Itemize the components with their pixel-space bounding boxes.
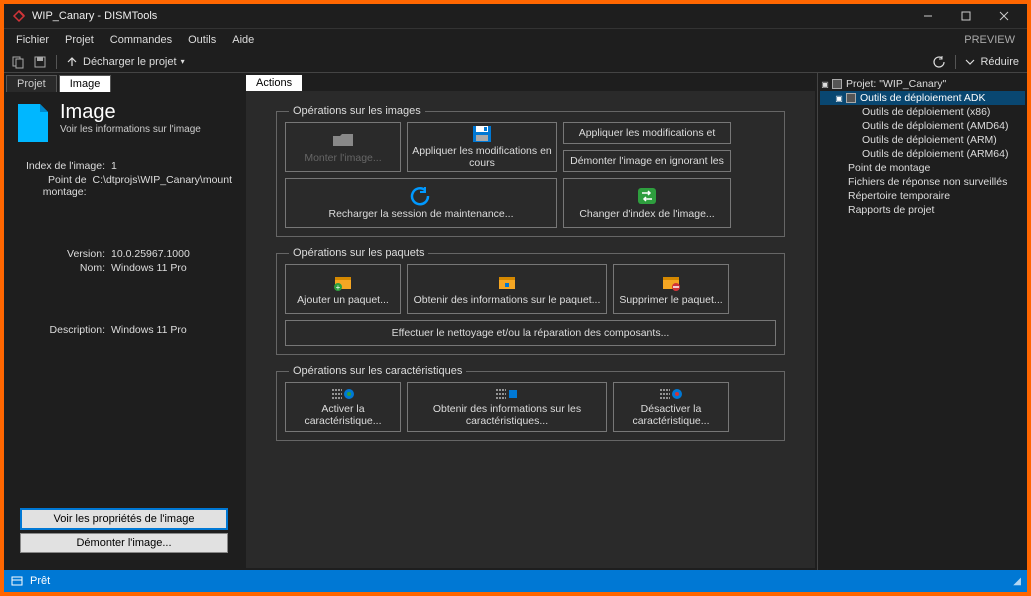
- copy-icon[interactable]: [8, 53, 28, 71]
- version-value: 10.0.25967.1000: [111, 248, 190, 260]
- unload-project-button[interactable]: Décharger le projet ▾: [61, 56, 189, 68]
- description-label: Description:: [16, 324, 111, 336]
- package-remove-icon: [661, 272, 681, 292]
- name-label: Nom:: [16, 262, 111, 274]
- version-label: Version:: [16, 248, 111, 260]
- unmount-image-button[interactable]: Démonter l'image...: [20, 533, 228, 553]
- fieldset-package-operations: Opérations sur les paquets + Ajouter un …: [276, 253, 785, 355]
- project-tree: ▣Projet: "WIP_Canary" ▣Outils de déploie…: [818, 73, 1027, 221]
- tree-adk-x86[interactable]: Outils de déploiement (x86): [820, 105, 1025, 119]
- reload-session-action[interactable]: Recharger la session de maintenance...: [285, 178, 557, 228]
- chevron-down-icon: ▾: [181, 57, 185, 66]
- reduce-label: Réduire: [980, 56, 1019, 68]
- status-icon: [10, 574, 24, 588]
- image-file-icon: [16, 102, 50, 144]
- package-info-icon: [497, 272, 517, 292]
- images-legend: Opérations sur les images: [289, 105, 425, 117]
- unload-project-label: Décharger le projet: [83, 56, 177, 68]
- enable-feature-icon: [331, 387, 355, 401]
- center-panel: Actions Opérations sur les images Monter…: [244, 73, 817, 570]
- separator: [955, 55, 956, 69]
- folder-icon: [332, 130, 354, 150]
- tree-root[interactable]: ▣Projet: "WIP_Canary": [820, 77, 1025, 91]
- folder-icon: [832, 79, 842, 89]
- mount-label: Point de montage:: [16, 174, 93, 198]
- change-index-action[interactable]: Changer d'index de l'image...: [563, 178, 731, 228]
- get-feature-info-action[interactable]: Obtenir des informations sur les caracté…: [407, 382, 607, 432]
- resize-grip-icon[interactable]: ◢: [1013, 576, 1021, 587]
- disable-feature-icon: [659, 387, 683, 401]
- tab-project[interactable]: Projet: [6, 75, 57, 92]
- menu-file[interactable]: Fichier: [8, 32, 57, 48]
- add-package-action[interactable]: + Ajouter un paquet...: [285, 264, 401, 314]
- tree-mount-point[interactable]: Point de montage: [820, 161, 1025, 175]
- tree-adk[interactable]: ▣Outils de déploiement ADK: [820, 91, 1025, 105]
- feature-info-icon: [495, 387, 519, 401]
- app-logo-icon: [12, 9, 26, 23]
- reload-icon: [410, 186, 432, 206]
- description-value: Windows 11 Pro: [111, 324, 187, 336]
- cleanup-action[interactable]: Effectuer le nettoyage et/ou la réparati…: [285, 320, 776, 346]
- tree-temp-dir[interactable]: Répertoire temporaire: [820, 189, 1025, 203]
- refresh-icon[interactable]: [929, 53, 949, 71]
- folder-icon: [846, 93, 856, 103]
- features-legend: Opérations sur les caractéristiques: [289, 365, 466, 377]
- package-add-icon: +: [333, 272, 353, 292]
- apply-and-action[interactable]: Appliquer les modifications et: [563, 122, 731, 144]
- unmount-ignore-action[interactable]: Démonter l'image en ignorant les: [563, 150, 731, 172]
- tree-adk-arm[interactable]: Outils de déploiement (ARM): [820, 133, 1025, 147]
- window-title: WIP_Canary - DISMTools: [32, 10, 909, 22]
- index-value: 1: [111, 160, 117, 172]
- menu-tools[interactable]: Outils: [180, 32, 224, 48]
- fieldset-image-operations: Opérations sur les images Monter l'image…: [276, 111, 785, 237]
- minimize-button[interactable]: [909, 4, 947, 29]
- name-value: Windows 11 Pro: [111, 262, 187, 274]
- menu-help[interactable]: Aide: [224, 32, 262, 48]
- tab-actions[interactable]: Actions: [246, 75, 302, 91]
- close-button[interactable]: [985, 4, 1023, 29]
- mount-image-action: Monter l'image...: [285, 122, 401, 172]
- title-bar: WIP_Canary - DISMTools: [4, 4, 1027, 29]
- fieldset-feature-operations: Opérations sur les caractéristiques Acti…: [276, 371, 785, 441]
- status-bar: Prêt ◢: [4, 570, 1027, 592]
- view-image-properties-button[interactable]: Voir les propriétés de l'image: [20, 508, 228, 530]
- apply-pending-action[interactable]: Appliquer les modifications en cours: [407, 122, 557, 172]
- mount-value: C:\dtprojs\WIP_Canary\mount: [93, 174, 232, 198]
- get-package-info-action[interactable]: Obtenir des informations sur le paquet..…: [407, 264, 607, 314]
- tree-adk-amd64[interactable]: Outils de déploiement (AMD64): [820, 119, 1025, 133]
- right-panel: ▣Projet: "WIP_Canary" ▣Outils de déploie…: [817, 73, 1027, 570]
- status-text: Prêt: [30, 575, 50, 587]
- toolbar: Décharger le projet ▾ Réduire: [4, 51, 1027, 73]
- page-title: Image: [60, 102, 201, 122]
- index-label: Index de l'image:: [16, 160, 111, 172]
- menu-commands[interactable]: Commandes: [102, 32, 180, 48]
- swap-icon: [637, 186, 657, 206]
- menu-project[interactable]: Projet: [57, 32, 102, 48]
- maximize-button[interactable]: [947, 4, 985, 29]
- save-icon[interactable]: [30, 53, 50, 71]
- enable-feature-action[interactable]: Activer la caractéristique...: [285, 382, 401, 432]
- collapse-icon[interactable]: ▣: [834, 94, 844, 103]
- preview-label: PREVIEW: [956, 34, 1023, 46]
- tree-reports[interactable]: Rapports de projet: [820, 203, 1025, 217]
- remove-package-action[interactable]: Supprimer le paquet...: [613, 264, 729, 314]
- tree-unattend[interactable]: Fichiers de réponse non surveillés: [820, 175, 1025, 189]
- reduce-button[interactable]: Réduire: [960, 56, 1023, 68]
- page-subtitle: Voir les informations sur l'image: [60, 124, 201, 135]
- collapse-icon[interactable]: ▣: [820, 80, 830, 89]
- save-disk-icon: [472, 125, 492, 143]
- tab-image[interactable]: Image: [59, 75, 112, 92]
- disable-feature-action[interactable]: Désactiver la caractéristique...: [613, 382, 729, 432]
- svg-text:+: +: [336, 283, 341, 291]
- menu-bar: Fichier Projet Commandes Outils Aide PRE…: [4, 29, 1027, 51]
- left-panel: Projet Image Image Voir les informations…: [4, 73, 244, 570]
- tree-adk-arm64[interactable]: Outils de déploiement (ARM64): [820, 147, 1025, 161]
- separator: [56, 55, 57, 69]
- packages-legend: Opérations sur les paquets: [289, 247, 428, 259]
